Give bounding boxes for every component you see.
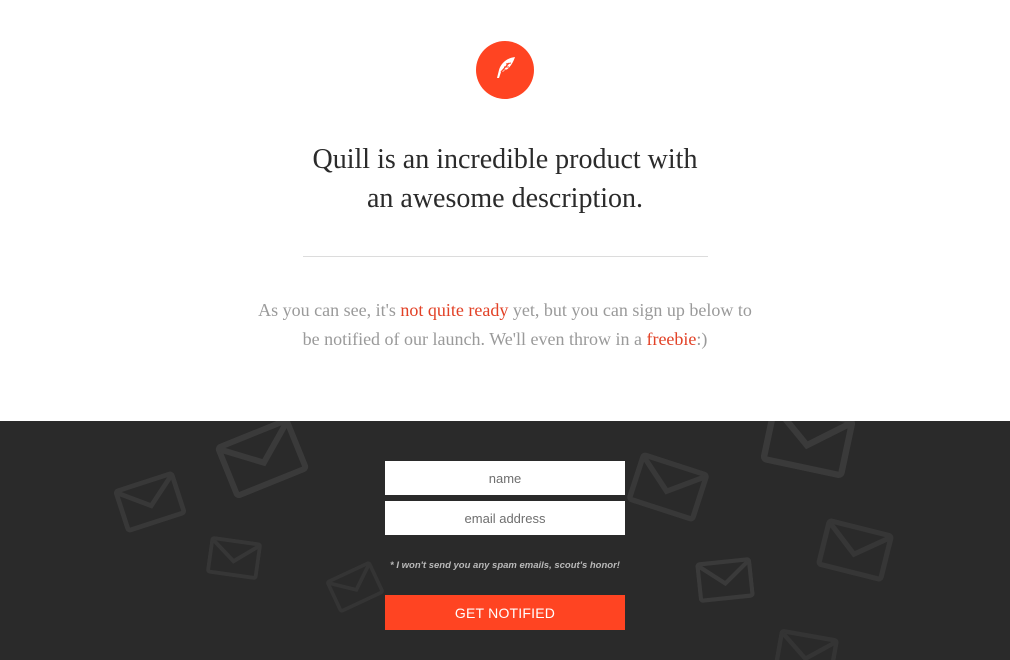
envelope-icon: [815, 517, 895, 582]
get-notified-button[interactable]: GET NOTIFIED: [385, 595, 625, 630]
blurb-part-1: As you can see, it's: [258, 300, 401, 320]
signup-section: * I won't send you any spam emails, scou…: [0, 421, 1010, 660]
spam-disclaimer: * I won't send you any spam emails, scou…: [390, 560, 620, 571]
envelope-icon: [214, 421, 310, 500]
email-input[interactable]: [385, 501, 625, 535]
envelope-icon: [626, 451, 711, 523]
blurb-part-3: :): [696, 329, 708, 349]
freebie-link[interactable]: freebie: [646, 329, 696, 349]
not-quite-ready-link[interactable]: not quite ready: [400, 300, 508, 320]
envelope-icon: [695, 556, 755, 604]
name-input[interactable]: [385, 461, 625, 495]
description-text: As you can see, it's not quite ready yet…: [255, 296, 755, 354]
headline-line-2: an awesome description.: [366, 183, 644, 214]
envelope-icon: [206, 536, 263, 581]
headline-line-1: Quill is an incredible product with: [312, 144, 698, 175]
hero-section: Quill is an incredible product with an a…: [0, 0, 1010, 421]
envelope-icon: [773, 628, 840, 660]
envelope-icon: [759, 421, 856, 479]
envelope-icon: [112, 470, 187, 534]
divider: [303, 256, 708, 257]
page-title: Quill is an incredible product with an a…: [230, 140, 780, 218]
feather-icon: [490, 53, 520, 87]
logo: [476, 41, 534, 99]
